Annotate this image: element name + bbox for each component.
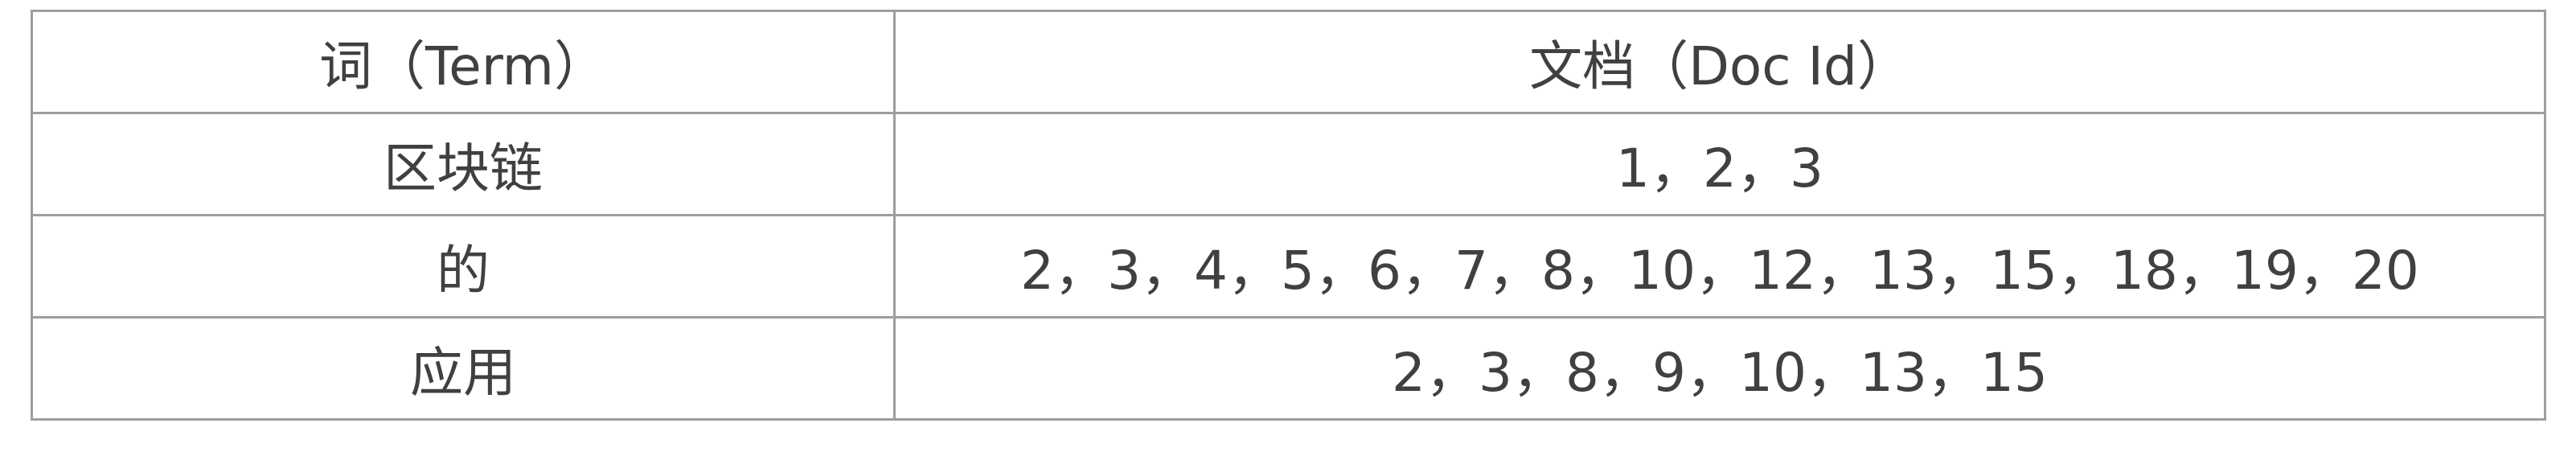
inverted-index-table: 词（Term） 文档（Doc Id） 区块链 1，2，3 的 2，3，4，5，6… — [31, 10, 2546, 421]
inverted-index-table-container: 词（Term） 文档（Doc Id） 区块链 1，2，3 的 2，3，4，5，6… — [31, 10, 2546, 421]
doc-ids-cell: 1，2，3 — [893, 112, 2546, 216]
header-term: 词（Term） — [31, 10, 896, 114]
table-row: 应用 2，3，8，9，10，13，15 — [31, 316, 2546, 421]
term-cell: 区块链 — [31, 112, 896, 216]
term-cell: 的 — [31, 214, 896, 318]
term-cell: 应用 — [31, 316, 896, 421]
header-row: 词（Term） 文档（Doc Id） — [31, 10, 2546, 114]
header-doc-id: 文档（Doc Id） — [893, 10, 2546, 114]
table-row: 的 2，3，4，5，6，7，8，10，12，13，15，18，19，20 — [31, 214, 2546, 318]
doc-ids-cell: 2，3，4，5，6，7，8，10，12，13，15，18，19，20 — [893, 214, 2546, 318]
doc-ids-cell: 2，3，8，9，10，13，15 — [893, 316, 2546, 421]
table-row: 区块链 1，2，3 — [31, 112, 2546, 216]
